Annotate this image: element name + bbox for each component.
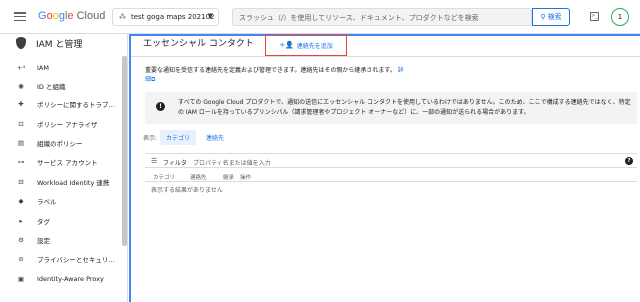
privacy-icon: ⊘	[18, 255, 24, 263]
help-icon[interactable]: ?	[625, 157, 633, 165]
search-button-label: 検索	[547, 13, 562, 21]
sidebar-item-label: プライバシーとセキュリ…	[37, 256, 115, 264]
google-cloud-logo[interactable]: Google Cloud	[38, 10, 105, 22]
view-toggle: 表示: カテゴリ 連絡先	[143, 129, 230, 145]
page-title: エッセンシャル コンタクト	[143, 39, 254, 49]
add-contact-button[interactable]: +👤 連絡先を追加	[265, 34, 347, 56]
id-icon: ◉	[18, 82, 24, 90]
sidebar-item[interactable]: ⊘ プライバシーとセキュリ…	[0, 252, 120, 266]
sidebar-item[interactable]: ⚙ 設定	[0, 233, 120, 247]
search-icon: ⚲	[540, 13, 546, 21]
view-label: 表示:	[143, 134, 158, 142]
sidebar-item-label: ポリシー アナライザ	[37, 121, 98, 129]
external-link-icon: ⧉	[151, 76, 156, 83]
filter-bar[interactable]: ☰ フィルタ プロパティ名または値を入力 ?	[145, 153, 637, 168]
sidebar-item[interactable]: ◆ ラベル	[0, 194, 120, 208]
project-name: test goga maps 202102	[131, 13, 215, 21]
shield-icon	[16, 37, 26, 49]
filter-input[interactable]: プロパティ名または値を入力	[193, 158, 271, 167]
sidebar-item[interactable]: +⁴ IAM	[0, 61, 120, 75]
sidebar-item-label: IAM	[37, 64, 49, 72]
sidebar-scrollbar[interactable]	[122, 56, 127, 246]
sidebar-item[interactable]: ◉ ID と組織	[0, 79, 120, 93]
filter-label: フィルタ	[163, 160, 187, 167]
sidebar-item[interactable]: ⊟ Workload Identity 連携	[0, 175, 120, 189]
sidebar-item[interactable]: ▸ タグ	[0, 214, 120, 228]
analyzer-icon: ⊡	[18, 120, 24, 128]
filter-icon: ☰	[151, 157, 158, 165]
settings-icon: ⚙	[18, 236, 24, 244]
sidebar-item-label: ID と組織	[37, 83, 66, 91]
main-content: エッセンシャル コンタクト +👤 連絡先を追加 重要な通知を受信する連絡先を定義…	[129, 34, 640, 302]
sidebar-item[interactable]: ▣ Identity-Aware Proxy	[0, 272, 120, 286]
sidebar-item-label: Workload Identity 連携	[37, 179, 110, 187]
empty-state-text: 表示する結果がありません	[151, 187, 223, 194]
wrench-icon: ✚	[18, 100, 24, 108]
chevron-down-icon: ▼	[207, 12, 213, 20]
project-selector[interactable]: ⁂ test goga maps 202102 ▼	[112, 8, 219, 26]
sidebar-item-label: サービス アカウント	[37, 159, 98, 167]
workload-identity-icon: ⊟	[18, 178, 24, 186]
sidebar-title: IAM と管理	[36, 40, 83, 50]
info-text: すべての Google Cloud プロダクトで、通知の送信にエッセンシャル コ…	[178, 99, 631, 116]
search-button[interactable]: ⚲ 検索	[532, 8, 570, 26]
service-account-icon: ⊶	[17, 158, 25, 166]
column-header-category[interactable]: カテゴリ	[153, 173, 175, 181]
info-icon: !	[156, 102, 165, 111]
tab-contacts[interactable]: 連絡先	[200, 130, 230, 145]
tag-icon: ▸	[19, 217, 23, 225]
table-header: カテゴリ 連絡先 継承 操作	[145, 170, 637, 182]
cloud-shell-icon[interactable]: >_	[590, 12, 599, 21]
column-header-actions: 操作	[240, 175, 252, 181]
menu-icon[interactable]	[14, 12, 26, 22]
sidebar: IAM と管理 +⁴ IAM ◉ ID と組織 ✚ ポリシーに関するトラブ… ⊡ ポリシー ア…	[0, 34, 128, 302]
add-contact-label: 連絡先を追加	[296, 42, 333, 50]
project-icon: ⁂	[119, 13, 126, 21]
top-bar: Google Cloud ⁂ test goga maps 202102 ▼ ス…	[0, 0, 640, 34]
tab-category[interactable]: カテゴリ	[160, 129, 197, 145]
column-header-inherited[interactable]: 継承	[223, 173, 234, 181]
search-input[interactable]: スラッシュ（/）を使用してリソース、ドキュメント、プロダクトなどを検索	[232, 8, 532, 26]
sidebar-item[interactable]: ✚ ポリシーに関するトラブ…	[0, 97, 120, 111]
sidebar-item-label: タグ	[37, 218, 50, 226]
sidebar-item[interactable]: ⊡ ポリシー アナライザ	[0, 117, 120, 131]
person-add-icon: +⁴	[17, 64, 26, 72]
person-add-icon: +👤	[279, 41, 294, 49]
sidebar-item-label: ラベル	[37, 198, 57, 206]
sidebar-item[interactable]: ▤ 組織のポリシー	[0, 136, 120, 150]
avatar[interactable]: 1	[611, 8, 629, 26]
sidebar-item-label: 設定	[37, 237, 50, 245]
sidebar-header: IAM と管理	[0, 34, 128, 51]
sidebar-item-label: Identity-Aware Proxy	[37, 275, 104, 283]
label-icon: ◆	[18, 197, 24, 205]
divider	[131, 56, 640, 57]
sidebar-item-label: ポリシーに関するトラブ…	[37, 101, 115, 109]
page-description: 重要な通知を受信する連絡先を定義および管理できます。連絡先はその親から継承されま…	[145, 67, 404, 83]
sidebar-item-label: 組織のポリシー	[37, 140, 83, 148]
policy-icon: ▤	[17, 139, 25, 147]
iap-icon: ▣	[17, 275, 25, 283]
column-header-contact[interactable]: 連絡先	[190, 173, 207, 181]
info-banner: ! すべての Google Cloud プロダクトで、通知の送信にエッセンシャル…	[145, 92, 637, 124]
sidebar-item[interactable]: ⊶ サービス アカウント	[0, 155, 120, 169]
